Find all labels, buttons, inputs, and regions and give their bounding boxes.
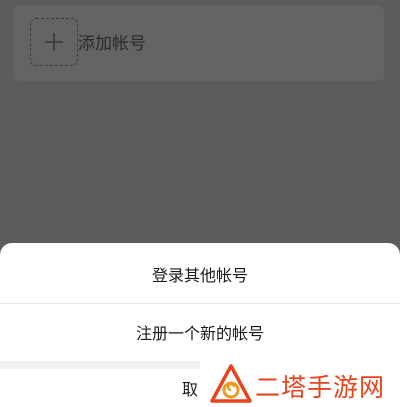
plus-icon bbox=[45, 33, 63, 51]
cancel-button[interactable]: 取 bbox=[182, 378, 198, 402]
watermark-logo-icon bbox=[210, 364, 252, 403]
login-other-account-button[interactable]: 登录其他帐号 bbox=[0, 245, 400, 303]
add-account-button[interactable] bbox=[30, 18, 78, 66]
add-account-label: 添加帐号 bbox=[78, 34, 146, 54]
watermark-text: 二塔手游网 bbox=[255, 373, 386, 402]
register-new-account-button[interactable]: 注册一个新的帐号 bbox=[0, 303, 400, 361]
add-account-card[interactable]: 添加帐号 bbox=[14, 5, 384, 81]
watermark: 二塔手游网 bbox=[200, 360, 400, 407]
